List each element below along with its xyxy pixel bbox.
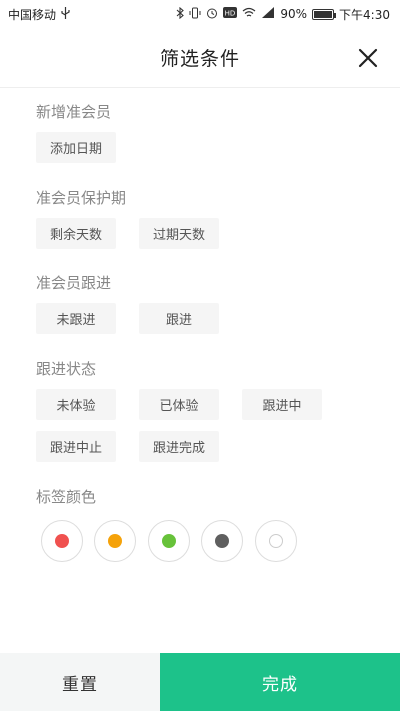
- hd-icon: HD: [223, 7, 238, 21]
- color-option-orange[interactable]: [94, 520, 136, 562]
- chip-followed[interactable]: 跟进: [139, 303, 219, 334]
- battery-fill: [314, 10, 333, 18]
- page-title: 筛选条件: [159, 48, 240, 70]
- bluetooth-icon: [176, 6, 185, 22]
- battery-icon: [312, 8, 337, 20]
- section-title-protection-period: 准会员保护期: [36, 189, 127, 207]
- clock: 下午4:30: [339, 7, 390, 22]
- signal-icon: [261, 7, 275, 21]
- chip-not-followed[interactable]: 未跟进: [36, 303, 116, 334]
- svg-text:HD: HD: [225, 10, 236, 18]
- orange-dot-icon: [108, 534, 122, 548]
- wifi-icon: [242, 7, 256, 21]
- header: 筛选条件: [0, 28, 400, 88]
- close-icon: [358, 48, 378, 68]
- chip-follow-completed[interactable]: 跟进完成: [139, 431, 219, 462]
- chip-experienced[interactable]: 已体验: [139, 389, 219, 420]
- reset-button[interactable]: 重置: [0, 653, 160, 711]
- alarm-icon: [206, 7, 218, 22]
- chip-follow-stopped[interactable]: 跟进中止: [36, 431, 116, 462]
- red-dot-icon: [55, 534, 69, 548]
- carrier-label: 中国移动: [8, 7, 57, 22]
- close-button[interactable]: [352, 42, 384, 74]
- color-option-green[interactable]: [148, 520, 190, 562]
- status-right: HD 90% 下午4:30: [176, 6, 390, 23]
- chip-remaining-days[interactable]: 剩余天数: [36, 218, 116, 249]
- vibrate-icon: [189, 7, 201, 22]
- chip-following[interactable]: 跟进中: [242, 389, 322, 420]
- color-option-white[interactable]: [255, 520, 297, 562]
- chip-add-date[interactable]: 添加日期: [36, 132, 116, 163]
- white-dot-icon: [269, 534, 283, 548]
- footer: 重置 完成: [0, 653, 400, 711]
- done-button[interactable]: 完成: [160, 653, 400, 711]
- color-option-red[interactable]: [41, 520, 83, 562]
- gray-dot-icon: [215, 534, 229, 548]
- battery-percent: 90%: [280, 7, 308, 21]
- color-option-gray[interactable]: [201, 520, 243, 562]
- section-title-follow-status: 跟进状态: [36, 360, 97, 378]
- status-bar: 中国移动 HD 90% 下午4:30: [0, 0, 400, 28]
- section-title-new-member: 新增准会员: [36, 103, 112, 121]
- status-left: 中国移动: [8, 6, 70, 23]
- usb-icon: [61, 6, 70, 22]
- chip-not-experienced[interactable]: 未体验: [36, 389, 116, 420]
- section-title-tag-color: 标签颜色: [36, 488, 97, 506]
- green-dot-icon: [162, 534, 176, 548]
- section-title-follow-up: 准会员跟进: [36, 274, 112, 292]
- chip-expired-days[interactable]: 过期天数: [139, 218, 219, 249]
